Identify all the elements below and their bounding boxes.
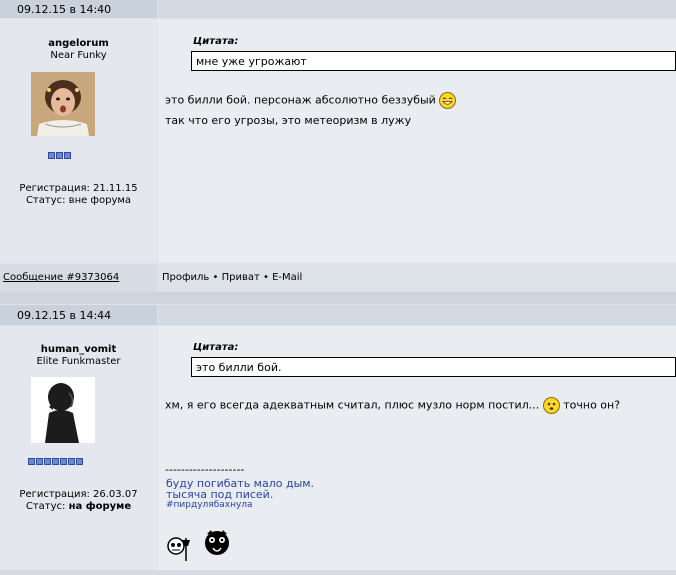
private-message-link[interactable]: Приват (222, 272, 260, 283)
post2-avatar[interactable] (31, 377, 95, 443)
post1-header-right (158, 0, 676, 18)
post1-status: Статус: вне форума (0, 195, 157, 206)
post1-actions: Профиль • Приват • E-Mail (162, 272, 302, 283)
post1-message-link[interactable]: Сообщение #9373064 (3, 272, 119, 283)
actions-separator: • (209, 272, 222, 283)
confused-smiley-icon (542, 397, 560, 414)
post2-quote-box: это билли бой. (191, 357, 676, 377)
post2-registration: Регистрация: 26.03.07 (19, 489, 138, 500)
post2-date: 09.12.15 в 14:44 (17, 309, 112, 322)
post2-header-right (158, 305, 676, 325)
post1-avatar[interactable] (31, 72, 95, 136)
post2-rank-stars (28, 455, 84, 468)
actions-separator: • (259, 272, 273, 283)
post1-message-line-1: это билли бой. персонаж абсолютно беззуб… (165, 92, 457, 109)
message-text: это билли бой. персонаж абсолютно беззуб… (165, 93, 436, 107)
status-label: Статус: (25, 501, 66, 512)
rank-star (52, 458, 59, 465)
rank-star (76, 458, 83, 465)
skull-axe-icon (165, 530, 191, 562)
rank-star (44, 458, 51, 465)
post2-message: хм, я его всегда адекватным считал, плюс… (165, 397, 620, 414)
post2-status: Статус: на форуме (0, 501, 157, 512)
status-value: на форуме (68, 501, 132, 512)
rank-star (36, 458, 43, 465)
post2-footer-edge (0, 570, 676, 575)
post1-date: 09.12.15 в 14:40 (17, 3, 112, 16)
profile-link[interactable]: Профиль (162, 272, 209, 283)
post2-author-rank: Elite Funkmaster (36, 356, 121, 367)
post1-quote-label: Цитата: (193, 36, 239, 47)
status-value: вне форума (68, 195, 132, 206)
post1-registration: Регистрация: 21.11.15 (19, 183, 138, 194)
post2-quote-label: Цитата: (193, 342, 239, 353)
post2-signature-divider: -------------------- (165, 463, 245, 476)
laughing-smiley-icon (439, 92, 457, 109)
rank-star (68, 458, 75, 465)
email-link[interactable]: E-Mail (272, 272, 302, 283)
kiss-face-icon (202, 528, 232, 558)
post2-signature-hashtag[interactable]: #пирдулябахнула (166, 500, 253, 510)
post1-rank-stars (48, 149, 72, 162)
post1-author-rank: Near Funky (50, 50, 107, 61)
rank-star (28, 458, 35, 465)
rank-star (48, 152, 55, 159)
rank-star (64, 152, 71, 159)
post1-message-line-2: так что его угрозы, это метеоризм в лужу (165, 114, 412, 127)
post1-author-name[interactable]: angelorum (0, 38, 157, 49)
rank-star (60, 458, 67, 465)
message-tail: точно он? (563, 398, 621, 412)
message-text: хм, я его всегда адекватным считал, плюс… (165, 398, 540, 412)
post1-quote-box: мне уже угрожают (191, 51, 676, 71)
rank-star (56, 152, 63, 159)
status-label: Статус: (25, 195, 66, 206)
post2-author-name[interactable]: human_vomit (0, 344, 157, 355)
posts-separator (0, 292, 676, 304)
